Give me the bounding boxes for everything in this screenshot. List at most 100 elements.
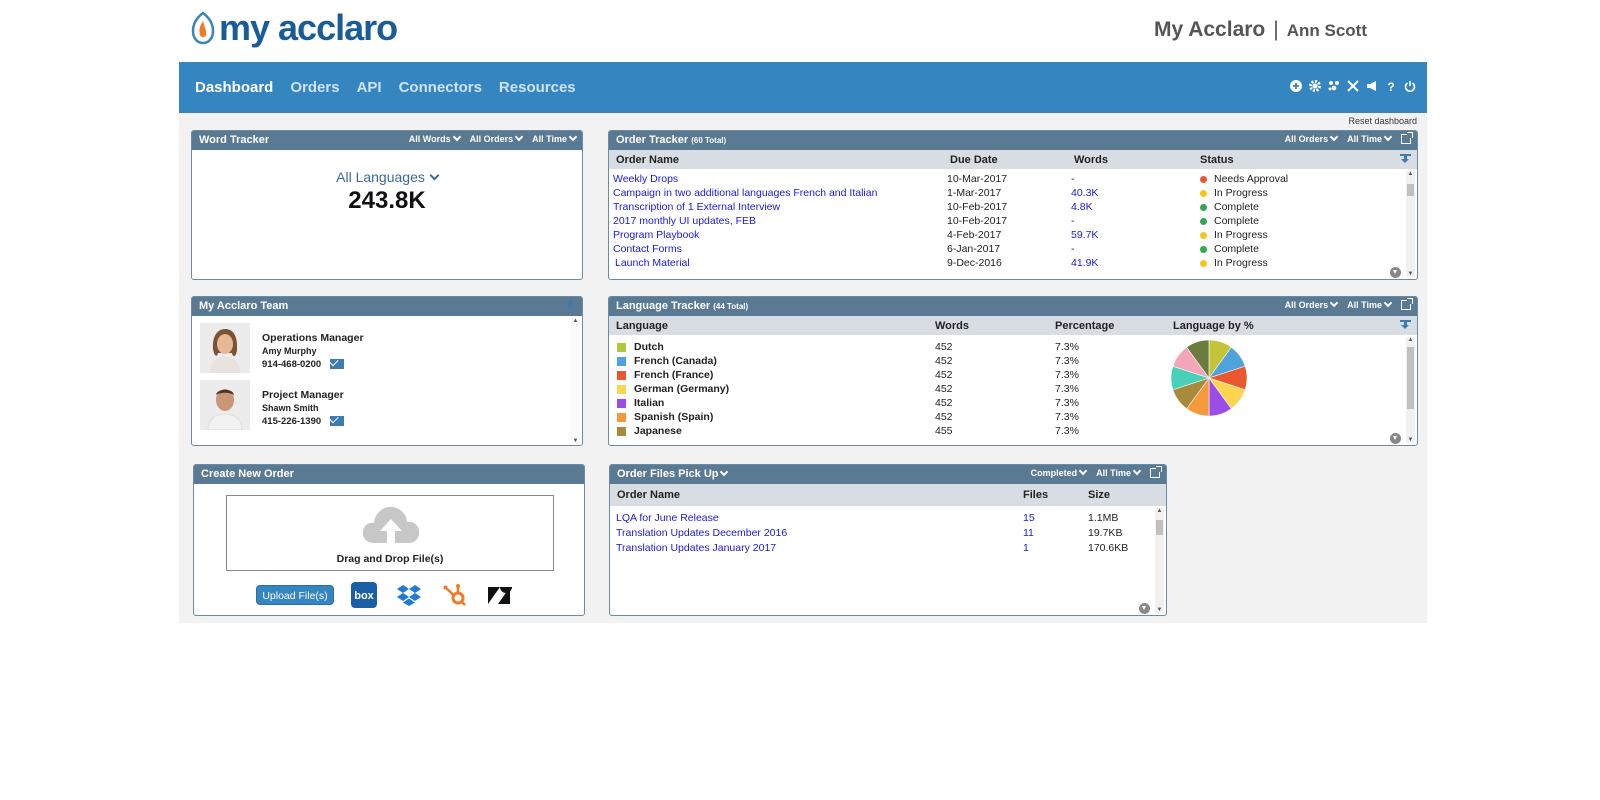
col-percentage[interactable]: Percentage <box>1055 320 1114 332</box>
external-link-icon[interactable] <box>1150 466 1162 478</box>
help-icon[interactable]: ? <box>1384 79 1398 93</box>
scroll-thumb[interactable] <box>1156 520 1163 535</box>
add-icon[interactable] <box>1289 79 1303 93</box>
order-name-link[interactable]: Campaign in two additional languages Fre… <box>613 187 877 199</box>
load-more-icon[interactable] <box>1390 267 1401 278</box>
dropbox-icon[interactable] <box>396 582 422 608</box>
language-name: Italian <box>634 397 665 409</box>
scroll-thumb[interactable] <box>1407 347 1414 409</box>
col-order-name[interactable]: Order Name <box>616 154 679 166</box>
due-date: 1-Mar-2017 <box>947 187 1002 199</box>
file-count-link[interactable]: 1 <box>1023 542 1029 554</box>
box-icon[interactable]: box <box>351 582 377 608</box>
scrollbar[interactable]: ▲ ▼ <box>1406 337 1415 443</box>
filter-time-dropdown[interactable]: All Time <box>1347 298 1393 310</box>
word-count-link[interactable]: 41.9K <box>1071 257 1098 269</box>
tools-icon[interactable] <box>1346 79 1360 93</box>
external-link-icon[interactable] <box>1401 132 1413 144</box>
word-count: - <box>1071 243 1075 255</box>
hubspot-icon[interactable] <box>442 582 468 608</box>
filter-status-dropdown[interactable]: Completed <box>1031 466 1088 478</box>
language-table-header: Language Words Percentage Language by % <box>609 316 1417 335</box>
zendesk-icon[interactable] <box>486 582 512 608</box>
scroll-down-icon[interactable]: ▼ <box>571 438 580 444</box>
scroll-thumb[interactable] <box>1407 184 1414 196</box>
table-row: Campaign in two additional languages Fre… <box>609 187 1417 201</box>
order-name-link[interactable]: LQA for June Release <box>616 512 719 524</box>
team-icon[interactable] <box>1327 79 1341 93</box>
due-date: 10-Mar-2017 <box>947 173 1008 185</box>
scrollbar[interactable]: ▲ ▼ <box>1155 508 1164 613</box>
order-name-link[interactable]: Launch Material <box>615 257 690 269</box>
scroll-up-icon[interactable]: ▲ <box>1155 508 1164 514</box>
nav-connectors[interactable]: Connectors <box>399 79 482 96</box>
acclaro-logo[interactable]: my acclaro <box>191 8 398 48</box>
nav-resources[interactable]: Resources <box>499 79 576 96</box>
order-name-link[interactable]: Contact Forms <box>613 243 682 255</box>
order-tracker-panel: Order Tracker (60 Total) All Orders All … <box>608 130 1418 280</box>
order-name-link[interactable]: Transcription of 1 External Interview <box>613 201 780 213</box>
nav-api[interactable]: API <box>357 79 382 96</box>
language-selector[interactable]: All Languages <box>192 169 582 185</box>
email-icon[interactable] <box>330 359 344 369</box>
word-count-link[interactable]: 40.3K <box>1071 187 1098 199</box>
download-icon[interactable] <box>565 300 576 312</box>
order-name-link[interactable]: Translation Updates January 2017 <box>616 542 776 554</box>
announcement-icon[interactable] <box>1365 79 1379 93</box>
chevron-down-icon <box>452 132 461 142</box>
word-count-link[interactable]: 59.7K <box>1071 229 1098 241</box>
file-count-link[interactable]: 11 <box>1023 527 1034 539</box>
order-name-link[interactable]: 2017 monthly UI updates, FEB <box>613 215 756 227</box>
table-row: Japanese 455 7.3% <box>609 425 1417 439</box>
col-files[interactable]: Files <box>1023 489 1048 501</box>
col-due-date[interactable]: Due Date <box>950 154 998 166</box>
language-words: 452 <box>935 341 953 353</box>
col-order-name[interactable]: Order Name <box>617 489 680 501</box>
power-icon[interactable] <box>1403 79 1417 93</box>
load-more-icon[interactable] <box>1139 603 1150 614</box>
filter-words-dropdown[interactable]: All Words <box>409 132 461 144</box>
order-name-link[interactable]: Program Playbook <box>613 229 699 241</box>
load-more-icon[interactable] <box>1390 433 1401 444</box>
col-language[interactable]: Language <box>616 320 668 332</box>
word-tracker-panel: Word Tracker All Words All Orders All Ti… <box>191 130 583 280</box>
scroll-down-icon[interactable]: ▼ <box>1406 437 1415 443</box>
col-words[interactable]: Words <box>935 320 969 332</box>
filter-orders-dropdown[interactable]: All Orders <box>470 132 524 144</box>
reset-dashboard-link[interactable]: Reset dashboard <box>1348 116 1417 126</box>
file-count-link[interactable]: 15 <box>1023 512 1035 524</box>
filter-time-dropdown[interactable]: All Time <box>1096 466 1142 478</box>
user-name[interactable]: Ann Scott <box>1287 21 1367 41</box>
col-words[interactable]: Words <box>1074 154 1108 166</box>
email-icon[interactable] <box>330 416 344 426</box>
chevron-down-icon <box>1383 298 1393 308</box>
title-chevron-icon[interactable] <box>718 467 729 479</box>
scroll-up-icon[interactable]: ▲ <box>1406 171 1415 177</box>
order-name-link[interactable]: Weekly Drops <box>613 173 678 185</box>
panel-title: Word Tracker <box>199 134 270 146</box>
col-size[interactable]: Size <box>1088 489 1110 501</box>
filter-orders-dropdown[interactable]: All Orders <box>1285 132 1339 144</box>
scrollbar[interactable]: ▲ ▼ <box>1406 171 1415 277</box>
upload-files-button[interactable]: Upload File(s) <box>256 585 334 605</box>
file-dropzone[interactable]: Drag and Drop File(s) <box>226 495 554 571</box>
scroll-down-icon[interactable]: ▼ <box>1406 271 1415 277</box>
scroll-up-icon[interactable]: ▲ <box>571 318 580 324</box>
scroll-up-icon[interactable]: ▲ <box>1406 337 1415 343</box>
filter-time-dropdown[interactable]: All Time <box>1347 132 1393 144</box>
member-role: Operations Manager <box>262 332 364 344</box>
col-status[interactable]: Status <box>1200 154 1234 166</box>
filter-time-dropdown[interactable]: All Time <box>532 132 578 144</box>
scrollbar[interactable]: ▲ ▼ <box>571 318 580 444</box>
nav-dashboard[interactable]: Dashboard <box>195 79 273 96</box>
filter-orders-dropdown[interactable]: All Orders <box>1285 298 1339 310</box>
nav-orders[interactable]: Orders <box>290 79 339 96</box>
order-tracker-header: Order Tracker (60 Total) All Orders All … <box>609 131 1417 150</box>
settings-icon[interactable] <box>1308 79 1322 93</box>
table-row: LQA for June Release 15 1.1MB <box>610 512 1166 526</box>
order-name-link[interactable]: Translation Updates December 2016 <box>616 527 787 539</box>
member-name: Shawn Smith <box>262 403 319 413</box>
scroll-down-icon[interactable]: ▼ <box>1155 607 1164 613</box>
external-link-icon[interactable] <box>1401 298 1413 310</box>
word-count-link[interactable]: 4.8K <box>1071 201 1093 213</box>
